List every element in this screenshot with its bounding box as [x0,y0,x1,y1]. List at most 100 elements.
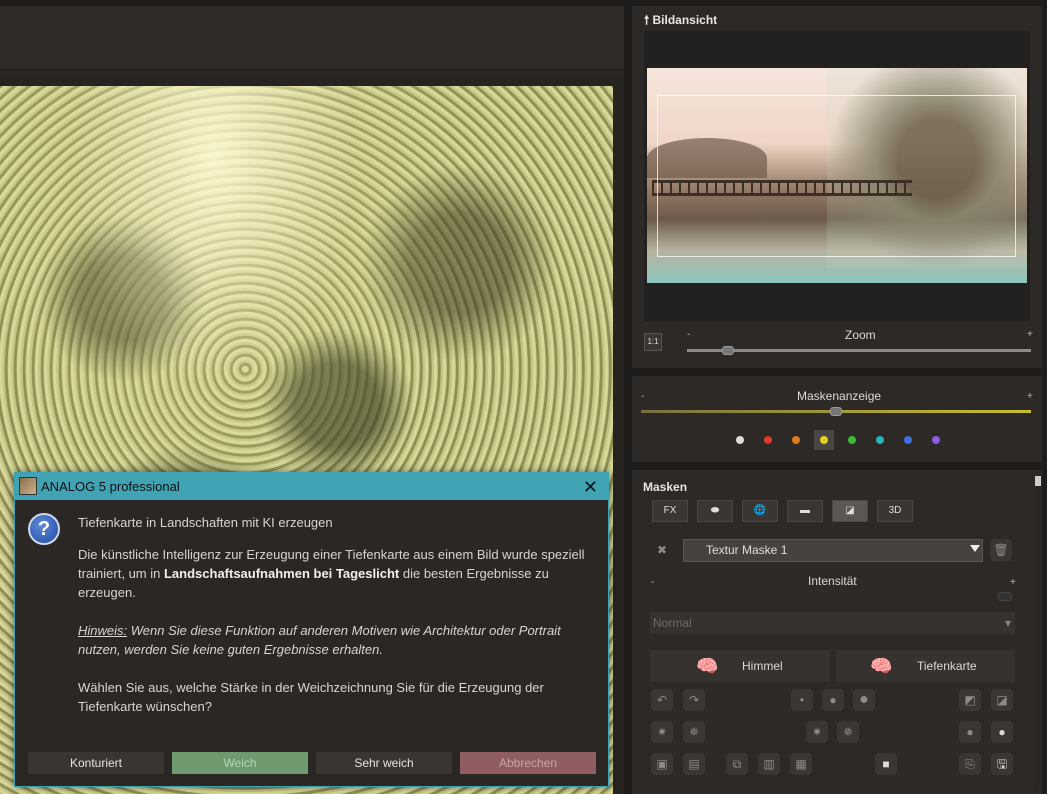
intensity-minus[interactable]: - [651,577,654,588]
hint-line-1: Hinweis: Wenn Sie diese Funktion auf and… [78,621,598,640]
sky-button-label: Himmel [742,659,783,673]
trash-icon[interactable]: 🗑 [990,539,1012,561]
gradient-icon[interactable]: ◩ [959,689,981,711]
question-line-1: Wählen Sie aus, welche Stärke in der Wei… [78,680,544,695]
zoom-label: Zoom [845,328,876,342]
brain-cloud-icon: 🧠 [696,656,719,676]
preview-panel-title[interactable]: 🠕 Bildansicht [644,11,717,32]
fx-mask-button[interactable]: FX [652,500,688,522]
mask-color-swatch[interactable] [786,430,806,450]
question-icon: ? [28,513,60,545]
stop-icon[interactable]: ■ [875,753,897,775]
brush-large-icon[interactable]: ● [853,689,875,711]
intensity-plus[interactable]: + [1010,577,1016,588]
app-icon [19,477,37,495]
fill-dark-icon[interactable]: ● [959,721,981,743]
cancel-button[interactable]: Abbrechen [460,752,596,774]
mask-display-minus[interactable]: - [641,391,644,402]
dialog-hint: Hinweis: Wenn Sie diese Funktion auf and… [78,621,598,659]
zoom-minus[interactable]: - [687,329,690,340]
depth-map-button-label: Tiefenkarte [917,659,977,673]
3d-mask-button[interactable]: 3D [877,500,913,522]
zoom-slider-thumb[interactable] [722,346,735,355]
p1-line-3: erzeugen. [78,585,136,600]
mask-add-icon[interactable]: ▣ [651,753,673,775]
very-soft-button[interactable]: Sehr weich [316,752,452,774]
p1-line-1: Die künstliche Intelligenz zur Erzeugung… [78,547,585,562]
mask-invert-icon[interactable]: ▦ [790,753,812,775]
zoom-slider-track[interactable] [687,349,1031,352]
top-strip [0,0,624,6]
mask-color-swatch[interactable] [814,430,834,450]
dialog-titlebar[interactable]: ANALOG 5 professional ✕ [15,473,608,500]
collapse-arrow-icon: 🠕 [644,13,650,27]
color-dot [792,436,800,444]
hint-line-1-body: Wenn Sie diese Funktion auf anderen Moti… [127,623,561,638]
brush-small-icon[interactable]: • [791,689,813,711]
p1-line-2-bold: Landschaftsaufnahmen bei Tageslicht [163,566,400,581]
preview-title-text: Bildansicht [652,13,718,27]
close-icon[interactable]: ✕ [583,474,598,501]
viewport-rectangle[interactable] [657,95,1016,257]
color-dot [904,436,912,444]
softness-icon[interactable]: ✵ [683,721,705,743]
fill-light-icon[interactable]: ● [991,721,1013,743]
mask-color-swatch[interactable] [898,430,918,450]
top-toolbar-area [0,0,624,70]
texture-mask-button[interactable]: ◪ [832,500,868,522]
mask-color-swatch[interactable] [926,430,946,450]
dialog-question: Wählen Sie aus, welche Stärke in der Wei… [78,678,598,716]
blend-mode-value: Normal [653,616,692,630]
intensity-slider-thumb[interactable] [998,592,1012,601]
contoured-button[interactable]: Konturiert [28,752,164,774]
blend-mode-dropdown[interactable]: Normal ▾ [650,612,1015,634]
brush-medium-icon[interactable]: ● [822,689,844,711]
mask-color-swatch[interactable] [870,430,890,450]
undo-icon[interactable]: ↶ [651,689,673,711]
hint-label: Hinweis: [78,623,128,638]
depth-map-dialog: ANALOG 5 professional ✕ ? Tiefenkarte in… [14,472,609,787]
load-mask-icon[interactable]: ⎘ [959,753,981,775]
hint-line-2: nutzen, werden Sie keine guten Ergebniss… [78,642,383,657]
brain-depth-icon: 🧠 [870,656,893,676]
chevron-down-icon: ▾ [1004,616,1011,630]
intensity-label: Intensität [808,574,857,588]
feather-more-icon[interactable]: ✵ [837,721,859,743]
p1-line-2: trainiert, um in Landschaftsaufnahmen be… [78,564,598,583]
p1-line-2-post: die besten Ergebnisse zu [399,566,549,581]
dialog-title: ANALOG 5 professional [41,479,180,494]
color-dot [848,436,856,444]
color-dot [736,436,744,444]
redo-icon[interactable]: ↷ [683,689,705,711]
soft-button[interactable]: Weich [172,752,308,774]
color-dot [764,436,772,444]
horizon-mask-button[interactable]: ▬ [787,500,823,522]
mask-display-slider-thumb[interactable] [830,407,842,416]
mask-tools-icon[interactable]: ✖ [651,539,673,561]
dialog-heading: Tiefenkarte in Landschaften mit KI erzeu… [78,515,333,530]
mask-color-swatch[interactable] [842,430,862,450]
mask-copy-icon[interactable]: ▤ [683,753,705,775]
mask-select-dropdown[interactable]: Textur Maske 1 [683,539,983,562]
chevron-down-icon [970,545,980,552]
sky-button[interactable]: 🧠 Himmel [650,650,830,682]
ellipse-mask-button[interactable]: ⬬ [697,500,733,522]
mask-color-swatch[interactable] [730,430,750,450]
masks-scrollbar-thumb[interactable] [1035,476,1041,486]
mask-display-plus[interactable]: + [1027,391,1033,402]
zoom-1to1-button[interactable]: 1:1 [644,333,662,351]
zoom-plus[interactable]: + [1027,329,1033,340]
mask-color-swatch[interactable] [758,430,778,450]
save-mask-icon[interactable]: 🖫 [991,753,1013,775]
masks-scrollbar[interactable] [1034,474,1042,790]
mask-landscape-icon[interactable]: ▥ [758,753,780,775]
mask-select-value: Textur Maske 1 [706,543,788,557]
hardness-icon[interactable]: ✷ [651,721,673,743]
p1-line-2-pre: trainiert, um in [78,566,164,581]
mask-transform-icon[interactable]: ⧉ [726,753,748,775]
curve-icon[interactable]: ◪ [991,689,1013,711]
depth-map-button[interactable]: 🧠 Tiefenkarte [836,650,1015,682]
mask-display-label: Maskenanzeige [797,389,882,403]
feather-less-icon[interactable]: ✷ [806,721,828,743]
globe-mask-button[interactable]: 🌐 [742,500,778,522]
